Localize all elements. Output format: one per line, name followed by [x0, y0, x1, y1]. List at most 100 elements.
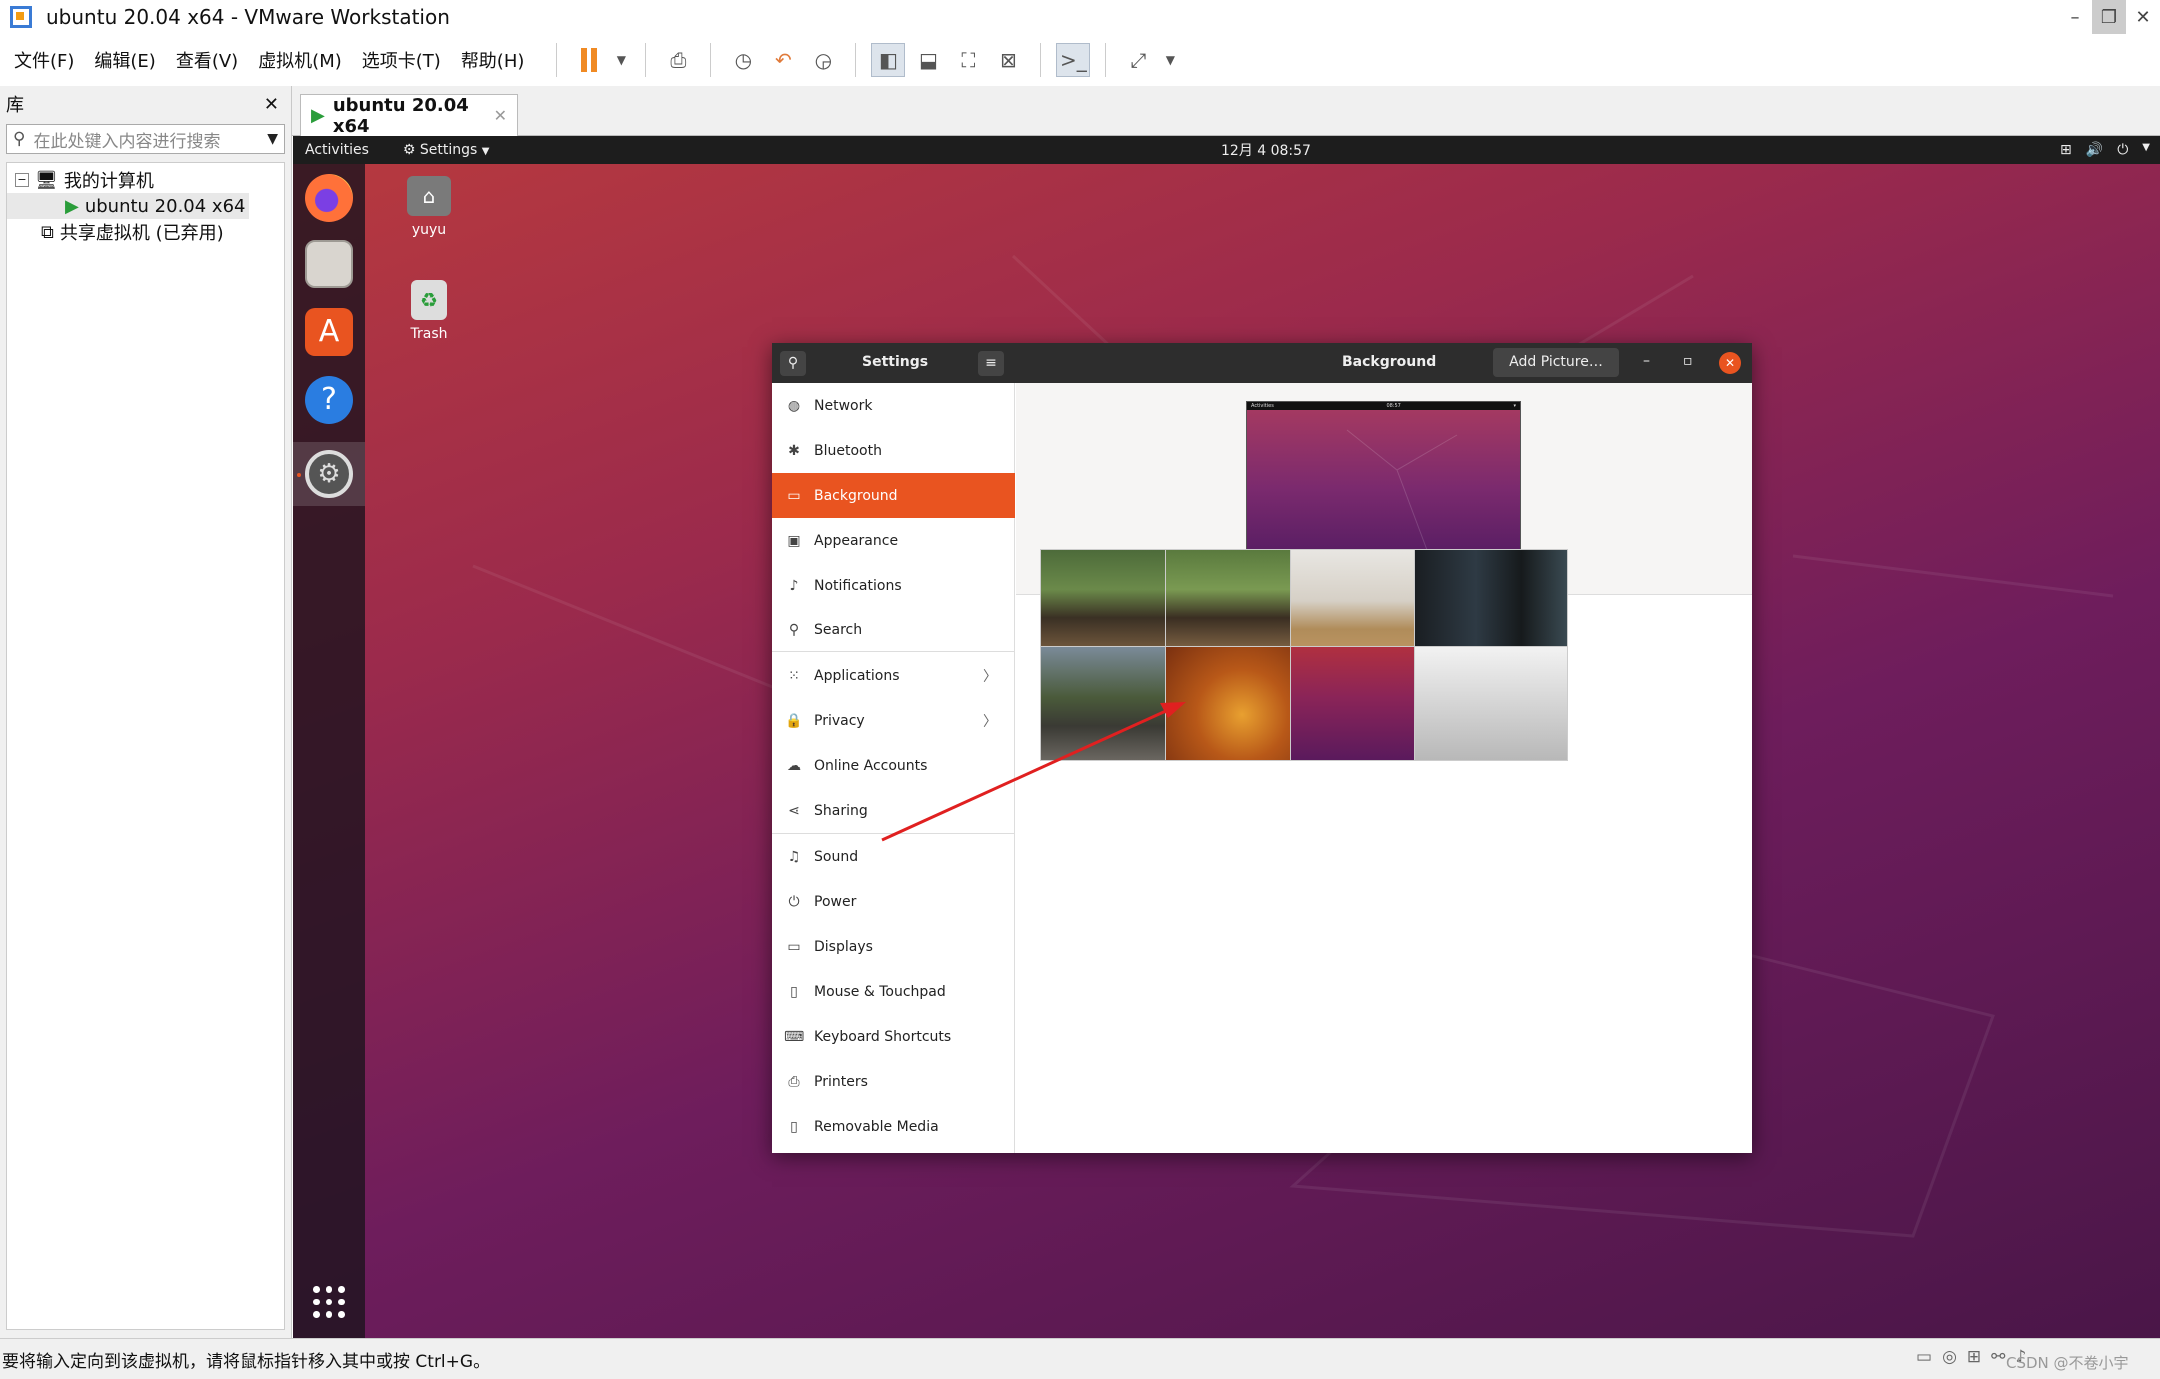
unity-icon[interactable]: ⊠: [991, 43, 1025, 77]
sidebar-item-notifications[interactable]: ♪ Notifications: [772, 563, 1015, 608]
settings-close-button[interactable]: ✕: [1719, 352, 1741, 374]
settings-minimize-button[interactable]: –: [1643, 353, 1650, 369]
sidebar-item-sound[interactable]: ♫ Sound: [772, 834, 1015, 879]
search-dropdown-icon[interactable]: ▼: [267, 131, 278, 147]
show-library-icon[interactable]: ◧: [871, 43, 906, 77]
bell-icon: ♪: [789, 577, 799, 594]
restore-button[interactable]: ❐: [2092, 0, 2126, 34]
tab-label: ubuntu 20.04 x64: [332, 94, 469, 137]
sidebar-item-applications[interactable]: ⁙ Applications 〉: [772, 653, 1015, 698]
sidebar-item-displays[interactable]: ▭ Displays: [772, 924, 1015, 969]
app-menu[interactable]: ⚙ Settings ▼: [403, 142, 490, 158]
sidebar-item-label: Sound: [814, 848, 859, 865]
home-folder-icon: ⌂: [407, 176, 451, 216]
show-apps-icon[interactable]: [313, 1286, 345, 1318]
tree-label: 我的计算机: [63, 171, 154, 192]
library-close-icon[interactable]: ✕: [264, 94, 279, 115]
tree-item-ubuntu[interactable]: ▶ ubuntu 20.04 x64: [7, 193, 249, 219]
wallpaper-thumbnail[interactable]: [1414, 646, 1568, 761]
media-icon: ▯: [790, 1118, 798, 1135]
console-icon[interactable]: >_: [1056, 43, 1091, 77]
system-dropdown-icon: ▼: [2142, 142, 2150, 153]
sidebar-item-label: Notifications: [814, 577, 902, 594]
stretch-icon[interactable]: ⤢: [1121, 43, 1155, 77]
title-bar: ubuntu 20.04 x64 - VMware Workstation – …: [0, 0, 2160, 34]
usb-icon[interactable]: ⚯: [1991, 1347, 2005, 1367]
sidebar-divider: [772, 651, 1015, 652]
close-button[interactable]: ✕: [2126, 0, 2160, 34]
watermark: CSDN @不卷小宇: [2006, 1354, 2129, 1372]
stretch-dropdown-icon[interactable]: ▼: [1161, 43, 1179, 77]
search-icon: ⚲: [13, 129, 26, 149]
pause-icon: [581, 48, 598, 72]
cd-icon[interactable]: ◎: [1942, 1347, 1957, 1367]
menu-edit[interactable]: 编辑(E): [94, 47, 155, 73]
sidebar-item-printers[interactable]: ⎙ Printers: [772, 1059, 1015, 1104]
tab-ubuntu[interactable]: ▶ ubuntu 20.04 x64 ✕: [300, 94, 518, 137]
menu-file[interactable]: 文件(F): [14, 47, 74, 73]
snapshot-manager-icon[interactable]: ◶: [806, 43, 840, 77]
sidebar-item-background[interactable]: ▭ Background: [772, 473, 1015, 518]
hdd-icon[interactable]: ▭: [1916, 1347, 1932, 1367]
sidebar-item-bluetooth[interactable]: ✱ Bluetooth: [772, 428, 1015, 473]
search-icon: ⚲: [788, 621, 800, 638]
menu-view[interactable]: 查看(V): [176, 47, 238, 73]
collapse-icon[interactable]: −: [15, 173, 29, 187]
library-search-input[interactable]: ⚲ 在此处键入内容进行搜索 ▼: [6, 124, 285, 154]
activities-button[interactable]: Activities: [305, 142, 369, 158]
settings-page-title: Background: [1342, 354, 1437, 370]
settings-maximize-button[interactable]: ▫: [1683, 353, 1693, 369]
tree-label: ubuntu 20.04 x64: [84, 195, 246, 217]
send-ctrl-alt-del-icon[interactable]: ⎙: [661, 43, 695, 77]
settings-search-button[interactable]: ⚲: [780, 351, 806, 376]
pause-button[interactable]: [572, 43, 606, 77]
menu-vm[interactable]: 虚拟机(M): [258, 47, 342, 73]
tree-item-shared-vms[interactable]: ⧉ 共享虚拟机 (已弃用): [7, 219, 284, 245]
sidebar-item-label: Removable Media: [814, 1118, 939, 1135]
settings-icon[interactable]: ⚙: [305, 450, 353, 498]
preview-clock: 08:57: [1386, 403, 1401, 409]
vm-tab-icon: ▶: [311, 105, 325, 126]
system-menu[interactable]: ⊞ 🔊 ⏻ ▼: [2060, 142, 2150, 158]
tree-item-my-computer[interactable]: − 🖥 我的计算机: [7, 167, 284, 193]
toolbar-divider: [710, 43, 712, 77]
app-menu-dropdown-icon: ▼: [481, 146, 490, 157]
sidebar-item-sharing[interactable]: ⋖ Sharing: [772, 788, 1015, 833]
minimize-button[interactable]: –: [2058, 0, 2092, 34]
sidebar-divider: [772, 833, 1015, 834]
clock[interactable]: 12月 4 08:57: [1221, 140, 1311, 160]
network-adapter-icon[interactable]: ⊞: [1967, 1347, 1981, 1367]
sidebar-item-removable-media[interactable]: ▯ Removable Media: [772, 1104, 1015, 1149]
sidebar-item-search[interactable]: ⚲ Search: [772, 607, 1015, 652]
settings-window: ⚲ Settings ≡ Background Add Picture… – ▫…: [772, 343, 1752, 1153]
thumbnail-bar-icon[interactable]: ⬓: [911, 43, 945, 77]
desktop-icon-trash[interactable]: ♻ Trash: [394, 280, 464, 342]
toolbar-divider: [1105, 43, 1107, 77]
menu-help[interactable]: 帮助(H): [461, 47, 525, 73]
add-picture-button[interactable]: Add Picture…: [1493, 348, 1619, 377]
help-icon[interactable]: ?: [305, 376, 353, 424]
revert-snapshot-icon[interactable]: ↶: [766, 43, 800, 77]
sidebar-item-privacy[interactable]: 🔒 Privacy 〉: [772, 698, 1015, 743]
snapshot-icon[interactable]: ◷: [726, 43, 760, 77]
settings-menu-button[interactable]: ≡: [978, 351, 1004, 376]
software-icon[interactable]: A: [305, 308, 353, 356]
sidebar-item-label: Applications: [814, 667, 900, 684]
sidebar-item-online-accounts[interactable]: ☁ Online Accounts: [772, 743, 1015, 788]
appearance-icon: ▣: [787, 532, 801, 549]
share-icon: ⋖: [788, 802, 800, 819]
files-icon[interactable]: [305, 240, 353, 288]
ubuntu-dock: A ? ⚙: [293, 164, 365, 1338]
power-dropdown-icon[interactable]: ▼: [612, 43, 630, 77]
sidebar-item-network[interactable]: ◍ Network: [772, 383, 1015, 428]
tab-close-icon[interactable]: ✕: [494, 106, 507, 125]
sidebar-item-mouse-touchpad[interactable]: ▯ Mouse & Touchpad: [772, 969, 1015, 1014]
menu-tabs[interactable]: 选项卡(T): [362, 47, 441, 73]
sidebar-item-keyboard-shortcuts[interactable]: ⌨ Keyboard Shortcuts: [772, 1014, 1015, 1059]
volume-icon: 🔊: [2085, 142, 2104, 158]
full-screen-icon[interactable]: ⛶: [951, 43, 985, 77]
sidebar-item-power[interactable]: ⏻ Power: [772, 879, 1015, 924]
desktop-icon-home[interactable]: ⌂ yuyu: [394, 176, 464, 238]
firefox-icon[interactable]: [305, 174, 353, 222]
sidebar-item-appearance[interactable]: ▣ Appearance: [772, 518, 1015, 563]
